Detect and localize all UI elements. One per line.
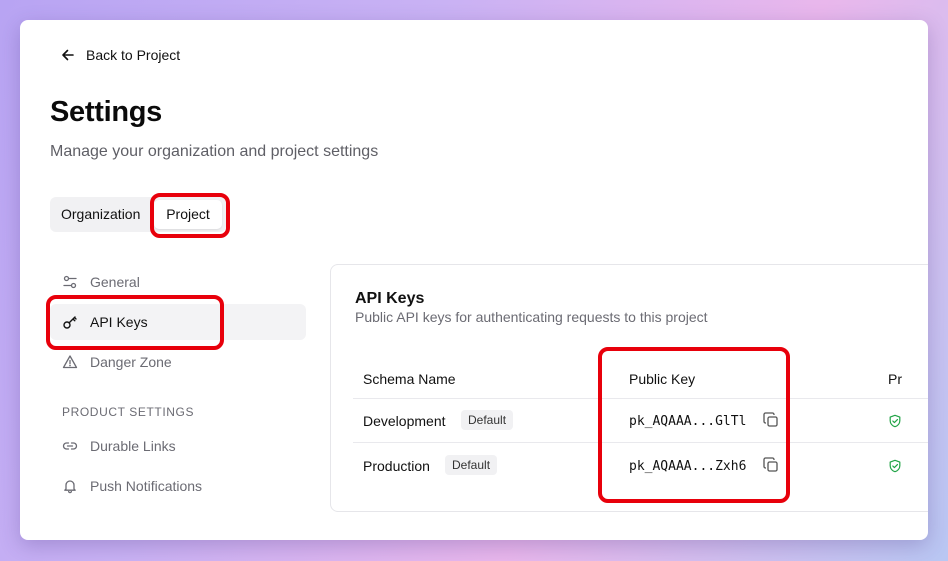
public-key-value: pk_AQAAA...GlTl — [629, 414, 747, 429]
sidebar-item-label: Danger Zone — [90, 354, 172, 370]
row-schema-name: Production — [363, 458, 430, 474]
shield-check-icon — [889, 414, 901, 428]
shield-check-icon — [889, 459, 901, 473]
sidebar-item-push-notifications[interactable]: Push Notifications — [50, 468, 306, 504]
tab-organization[interactable]: Organization — [61, 197, 140, 232]
column-header-truncated: Pr — [888, 371, 902, 387]
bell-icon — [64, 480, 76, 494]
sidebar-item-label: Push Notifications — [90, 478, 203, 494]
sidebar-item-general[interactable]: General — [50, 264, 306, 300]
default-badge: Default — [445, 455, 498, 475]
tab-project[interactable]: Project — [154, 200, 222, 229]
copy-icon[interactable] — [763, 412, 779, 428]
settings-card: Back to Project Settings Manage your org… — [20, 20, 928, 540]
sidebar-item-label: Durable Links — [90, 438, 176, 454]
panel-title: API Keys — [355, 290, 425, 307]
column-header-public-key: Public Key — [629, 371, 696, 387]
key-icon — [63, 316, 77, 329]
warning-icon — [62, 355, 78, 369]
settings-tabs: Organization Project — [50, 197, 226, 232]
sliders-icon — [63, 275, 77, 289]
sidebar-item-label: API Keys — [90, 314, 148, 330]
product-settings-heading: PRODUCT SETTINGS — [62, 405, 195, 419]
back-to-project-link[interactable]: Back to Project — [60, 47, 180, 63]
page-title: Settings — [50, 96, 162, 128]
column-header-schema-name: Schema Name — [363, 371, 456, 387]
panel-description: Public API keys for authenticating reque… — [355, 309, 708, 325]
default-badge: Default — [461, 410, 514, 430]
table-divider — [353, 442, 928, 443]
copy-icon[interactable] — [763, 457, 779, 473]
api-keys-panel: API Keys Public API keys for authenticat… — [330, 264, 928, 512]
arrow-left-icon — [62, 49, 74, 61]
sidebar-item-api-keys[interactable]: API Keys — [50, 304, 306, 340]
link-icon — [62, 442, 78, 450]
row-schema-name: Development — [363, 413, 446, 429]
back-label: Back to Project — [86, 47, 181, 63]
table-divider — [353, 398, 928, 399]
sidebar-item-label: General — [90, 274, 140, 290]
sidebar-item-durable-links[interactable]: Durable Links — [50, 428, 306, 464]
public-key-value: pk_AQAAA...Zxh6 — [629, 459, 747, 474]
page-subtitle: Manage your organization and project set… — [50, 143, 379, 160]
sidebar-item-danger-zone[interactable]: Danger Zone — [50, 344, 306, 380]
